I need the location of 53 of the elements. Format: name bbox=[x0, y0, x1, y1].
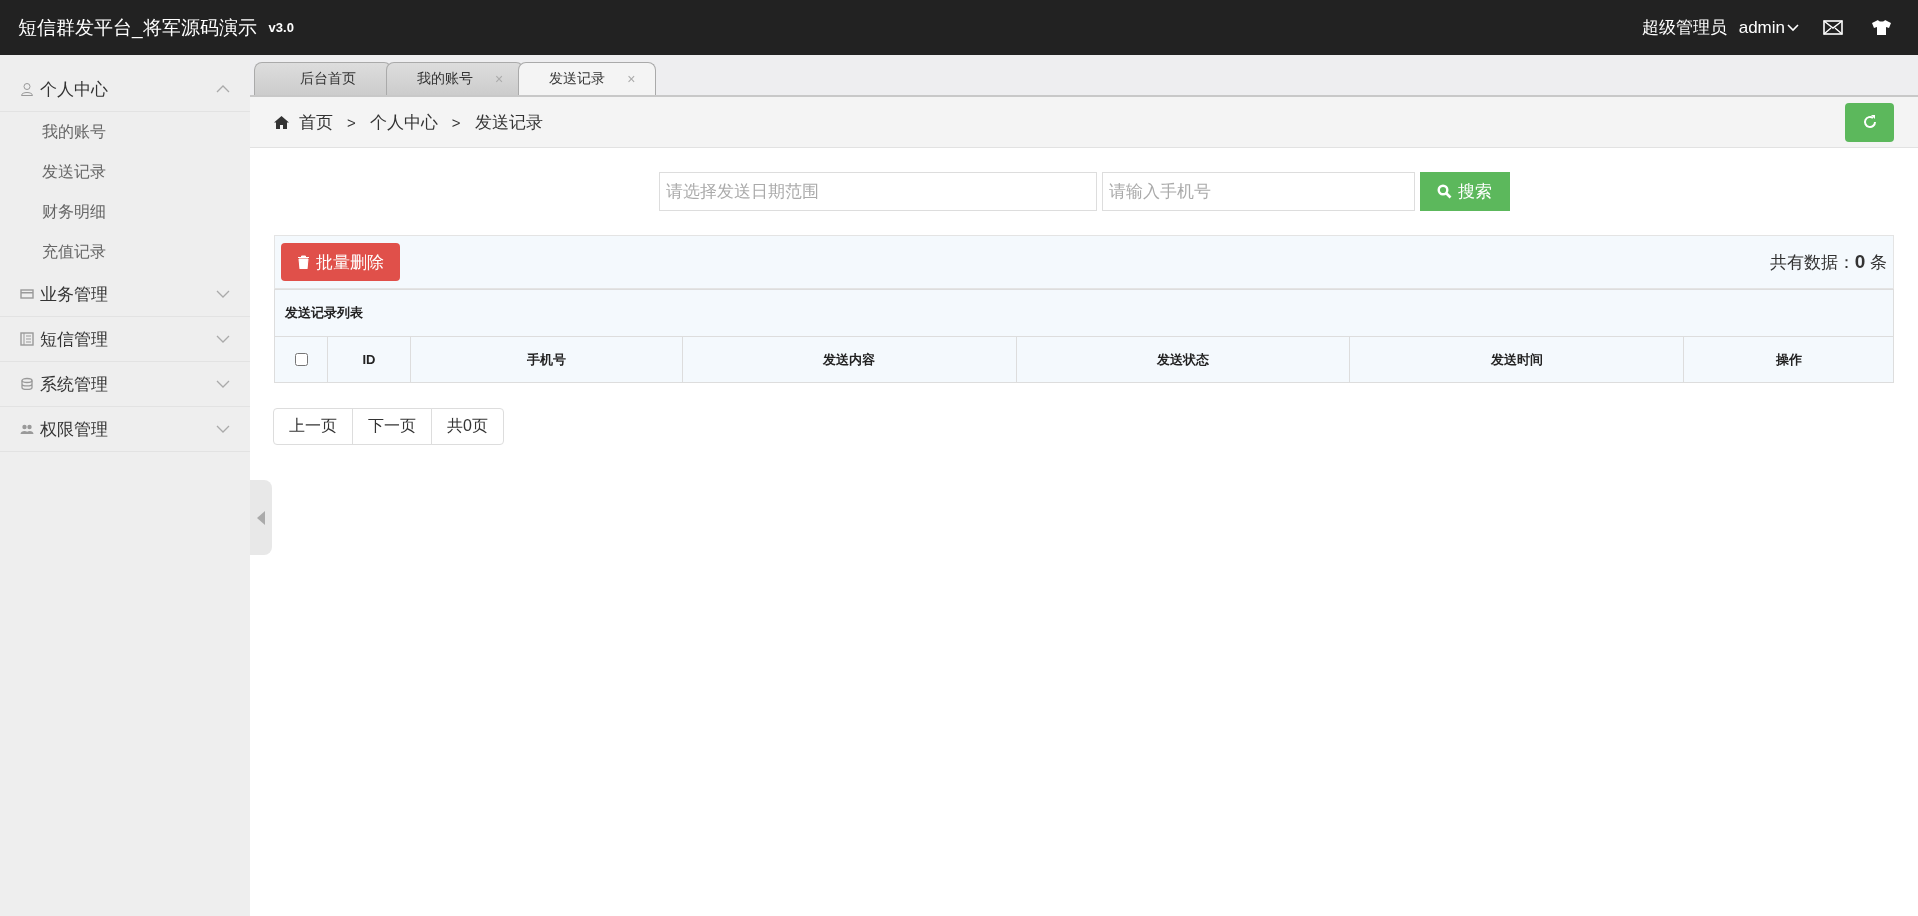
column-header: ID bbox=[327, 336, 411, 383]
breadcrumb-separator: > bbox=[451, 113, 461, 131]
page-tab[interactable]: 发送记录 × bbox=[518, 62, 657, 95]
sidebar-item[interactable]: 财务明细 bbox=[0, 192, 250, 232]
chevron-down-icon bbox=[216, 425, 230, 433]
phone-field[interactable]: 请输入手机号 bbox=[1101, 172, 1415, 211]
mail-icon[interactable] bbox=[1823, 20, 1843, 35]
sidebar-group[interactable]: 系统管理 bbox=[0, 362, 250, 407]
home-icon bbox=[274, 115, 289, 129]
column-header: 手机号 bbox=[410, 336, 683, 383]
user-icon bbox=[20, 82, 34, 96]
refresh-button[interactable] bbox=[1845, 102, 1894, 142]
database-icon bbox=[20, 377, 34, 391]
user-role: 超级管理员 bbox=[1641, 17, 1727, 39]
caret-left-icon bbox=[257, 510, 265, 525]
tshirt-icon[interactable] bbox=[1871, 19, 1892, 36]
table-caption: 发送记录列表 bbox=[274, 289, 1894, 337]
breadcrumb-item[interactable]: 首页 bbox=[299, 110, 333, 134]
app-title: 短信群发平台_将军源码演示 bbox=[18, 15, 257, 41]
trash-icon bbox=[297, 255, 310, 269]
chevron-down-icon bbox=[216, 290, 230, 298]
chevron-down-icon bbox=[216, 335, 230, 343]
total-count: 共有数据：0 条 bbox=[1769, 250, 1887, 274]
sidebar-toggle[interactable] bbox=[250, 480, 272, 555]
sidebar-group[interactable]: 短信管理 bbox=[0, 317, 250, 362]
breadcrumb-separator: > bbox=[347, 113, 356, 131]
date-range-field[interactable]: 请选择发送日期范围 bbox=[658, 172, 1097, 211]
column-header: 发送时间 bbox=[1349, 336, 1684, 383]
pagination-button[interactable]: 共0页 bbox=[431, 408, 504, 445]
sidebar-item[interactable]: 发送记录 bbox=[0, 152, 250, 192]
sidebar-group[interactable]: 业务管理 bbox=[0, 272, 250, 317]
card-icon bbox=[20, 287, 34, 301]
search-icon bbox=[1437, 184, 1452, 199]
book-icon bbox=[20, 332, 34, 346]
column-header: 操作 bbox=[1683, 336, 1894, 383]
users-icon bbox=[20, 422, 34, 436]
breadcrumb-item: 发送记录 bbox=[474, 111, 543, 134]
sidebar-group[interactable]: 权限管理 bbox=[0, 407, 250, 452]
sidebar-item[interactable]: 我的账号 bbox=[0, 112, 250, 152]
refresh-icon bbox=[1861, 114, 1878, 130]
chevron-up-icon bbox=[216, 85, 230, 93]
column-header: 发送内容 bbox=[682, 336, 1017, 383]
breadcrumb-item[interactable]: 个人中心 bbox=[369, 110, 438, 134]
pagination-button[interactable]: 下一页 bbox=[352, 408, 432, 445]
chevron-down-icon bbox=[216, 380, 230, 388]
user-menu[interactable]: admin bbox=[1738, 17, 1799, 38]
batch-delete-button[interactable]: 批量删除 bbox=[281, 243, 400, 281]
pagination-button[interactable]: 上一页 bbox=[273, 408, 353, 445]
column-header: 发送状态 bbox=[1016, 336, 1350, 383]
sidebar-item[interactable]: 充值记录 bbox=[0, 232, 250, 272]
chevron-down-icon bbox=[1787, 23, 1799, 32]
select-all-checkbox[interactable] bbox=[295, 353, 308, 366]
version-label: v3.0 bbox=[268, 20, 294, 35]
